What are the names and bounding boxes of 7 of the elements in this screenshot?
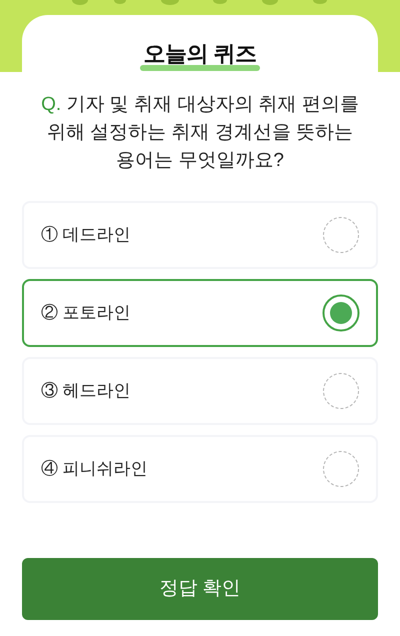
answer-option[interactable]: ③ 헤드라인	[22, 357, 378, 425]
submit-button[interactable]: 정답 확인	[22, 558, 378, 620]
answer-option[interactable]: ④ 피니쉬라인	[22, 435, 378, 503]
quiz-title: 오늘의 퀴즈	[142, 43, 258, 65]
answer-option[interactable]: ① 데드라인	[22, 201, 378, 269]
question-text: Q. 기자 및 취재 대상자의 취재 편의를 위해 설정하는 취재 경계선을 뜻하는 용어는 무엇일까요?	[40, 93, 360, 173]
answer-option[interactable]: ② 포토라인	[22, 279, 378, 347]
